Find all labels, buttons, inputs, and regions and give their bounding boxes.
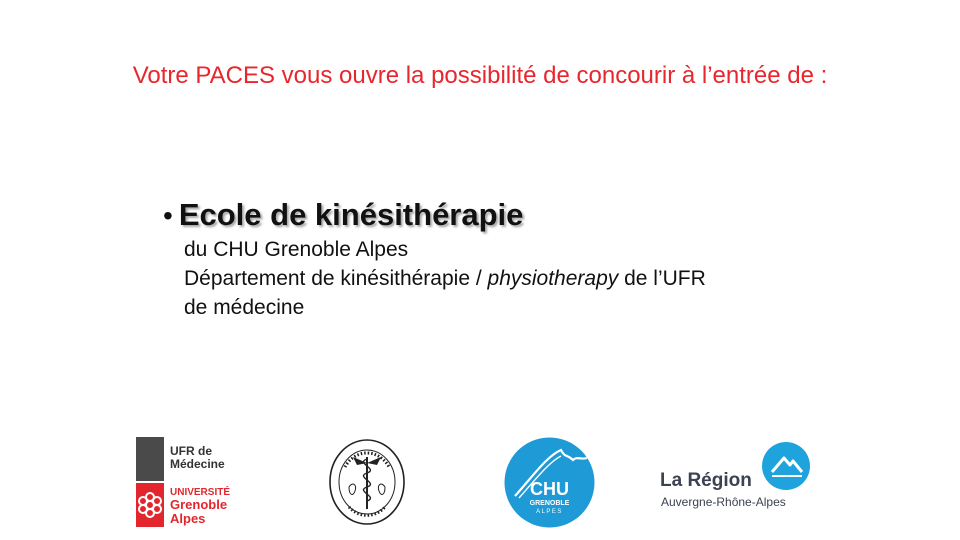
region-subtitle: Auvergne-Rhône-Alpes	[661, 495, 786, 509]
ufr-line-2: Médecine	[170, 457, 225, 471]
flower-icon	[138, 492, 162, 518]
ufr-red-block	[136, 483, 164, 527]
region-name: La Région	[660, 470, 752, 491]
detail-line-2-start: Département de kinésithérapie /	[184, 267, 488, 290]
kine-school-seal	[327, 437, 407, 527]
school-details: du CHU Grenoble Alpes Département de kin…	[184, 235, 803, 322]
detail-line-1: du CHU Grenoble Alpes	[184, 238, 409, 261]
chu-region: ALPES	[536, 509, 563, 515]
ufr-grey-block	[136, 437, 164, 481]
chu-name: CHU	[530, 479, 569, 499]
ufr-name: UFR de Médecine	[170, 445, 225, 471]
seal-emblem-icon	[329, 439, 405, 525]
mountain-icon	[770, 456, 804, 477]
school-title: Ecole de kinésithérapie	[178, 197, 524, 232]
region-mountain-badge	[762, 442, 810, 490]
ufr-medecine-logo: UFR de Médecine UNIVERSITÉ Grenoble Alpe…	[136, 437, 242, 527]
bullet-item: • Ecole de kinésithérapie du CHU Grenobl…	[163, 197, 803, 322]
detail-line-2-italic: physiotherapy	[487, 267, 619, 290]
university-name: UNIVERSITÉ Grenoble Alpes	[170, 487, 230, 526]
detail-line-2: Département de kinésithérapie / physioth…	[184, 264, 803, 293]
chu-city: GRENOBLE	[529, 500, 570, 507]
university-region: Alpes	[170, 511, 206, 526]
slide-headline: Votre PACES vous ouvre la possibilité de…	[132, 62, 828, 89]
detail-line-3: de médecine	[184, 296, 305, 319]
region-logo: La Région Auvergne-Rhône-Alpes	[660, 442, 820, 522]
chu-grenoble-logo: CHU GRENOBLE ALPES	[503, 436, 596, 529]
bullet-heading-row: • Ecole de kinésithérapie	[163, 197, 803, 233]
university-city: Grenoble	[170, 497, 228, 512]
bullet-marker: •	[163, 200, 173, 231]
detail-line-2-end: de l’UFR	[618, 267, 706, 290]
